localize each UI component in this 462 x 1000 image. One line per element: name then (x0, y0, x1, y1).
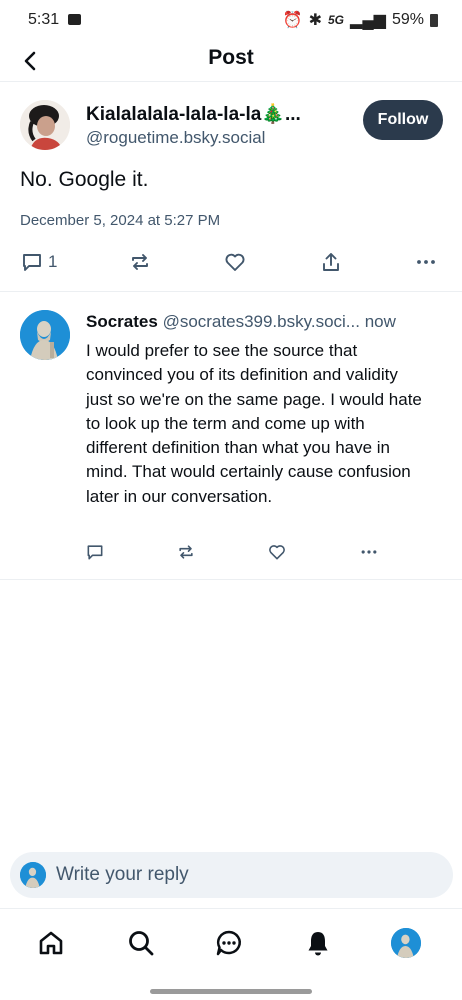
more-options-button[interactable] (414, 250, 438, 274)
statue-avatar-icon (391, 928, 421, 958)
more-options-button[interactable] (358, 542, 380, 562)
heart-icon (269, 545, 285, 560)
post-time: now (364, 312, 396, 331)
comment-icon (23, 254, 41, 271)
like-button[interactable] (267, 542, 287, 562)
ellipsis-icon (361, 550, 377, 554)
alarm-icon: ⏰ (282, 12, 303, 29)
status-icons: ⏰ ✱ 5G ▂▄▆ 59% (283, 10, 438, 30)
post-text: No. Google it. (20, 168, 149, 191)
reply-composer[interactable] (10, 852, 453, 898)
reply-input[interactable] (56, 852, 436, 898)
repost-button[interactable] (176, 542, 196, 562)
user-handle[interactable]: @roguetime.bsky.social (86, 128, 265, 148)
reply-header: Socrates @socrates399.bsky.soci... now (86, 312, 446, 332)
post-text: I would prefer to see the source that co… (86, 341, 422, 506)
share-icon (323, 253, 339, 271)
bottom-nav (0, 908, 462, 978)
reply-button[interactable]: 1 (20, 250, 57, 274)
reply-button[interactable] (85, 542, 105, 562)
like-button[interactable] (223, 250, 247, 274)
gallery-icon (68, 14, 81, 25)
main-post: Kialalalala-lala-la-la🎄... @roguetime.bs… (0, 82, 462, 292)
search-icon (129, 931, 154, 956)
header: Post (0, 40, 462, 82)
heart-icon (225, 253, 245, 271)
nav-notifications[interactable] (298, 923, 338, 963)
chat-icon (216, 930, 241, 956)
signal-icon: ▂▄▆ (350, 12, 386, 29)
avatar[interactable] (20, 100, 70, 150)
post-date: December 5, 2024 at 5:27 PM (20, 212, 221, 229)
nav-chat[interactable] (209, 923, 249, 963)
display-name[interactable]: Socrates (86, 312, 158, 331)
repost-button[interactable] (128, 250, 152, 274)
avatar[interactable] (20, 310, 70, 360)
nav-search[interactable] (121, 923, 161, 963)
network-indicator: 5G (328, 13, 345, 27)
display-name[interactable]: Kialalalala-lala-la-la🎄... (86, 102, 351, 126)
bell-icon (308, 932, 328, 956)
battery-level: 59% (391, 11, 424, 28)
status-bar: 5:31 ⏰ ✱ 5G ▂▄▆ 59% (0, 0, 462, 40)
reply-count: 1 (48, 252, 58, 271)
repost-icon (179, 545, 193, 559)
battery-icon (430, 13, 438, 27)
share-button[interactable] (319, 250, 343, 274)
avatar (391, 928, 421, 958)
status-time: 5:31 (28, 11, 60, 28)
repost-icon (132, 254, 148, 270)
comment-icon (87, 545, 103, 560)
statue-avatar-icon (20, 862, 46, 888)
nav-profile[interactable] (386, 923, 426, 963)
ellipsis-icon (417, 260, 435, 264)
bluetooth-icon: ✱ (308, 12, 322, 29)
statue-avatar-icon (20, 310, 70, 360)
reply-post[interactable]: Socrates @socrates399.bsky.soci... now I… (0, 292, 462, 580)
nav-home[interactable] (31, 923, 71, 963)
follow-button[interactable]: Follow (363, 100, 443, 140)
avatar (20, 862, 46, 888)
user-handle[interactable]: @socrates399.bsky.soci... (163, 312, 360, 331)
page-title: Post (208, 46, 254, 69)
profile-photo-icon (20, 100, 70, 150)
home-indicator[interactable] (150, 989, 312, 994)
home-icon (39, 931, 63, 955)
